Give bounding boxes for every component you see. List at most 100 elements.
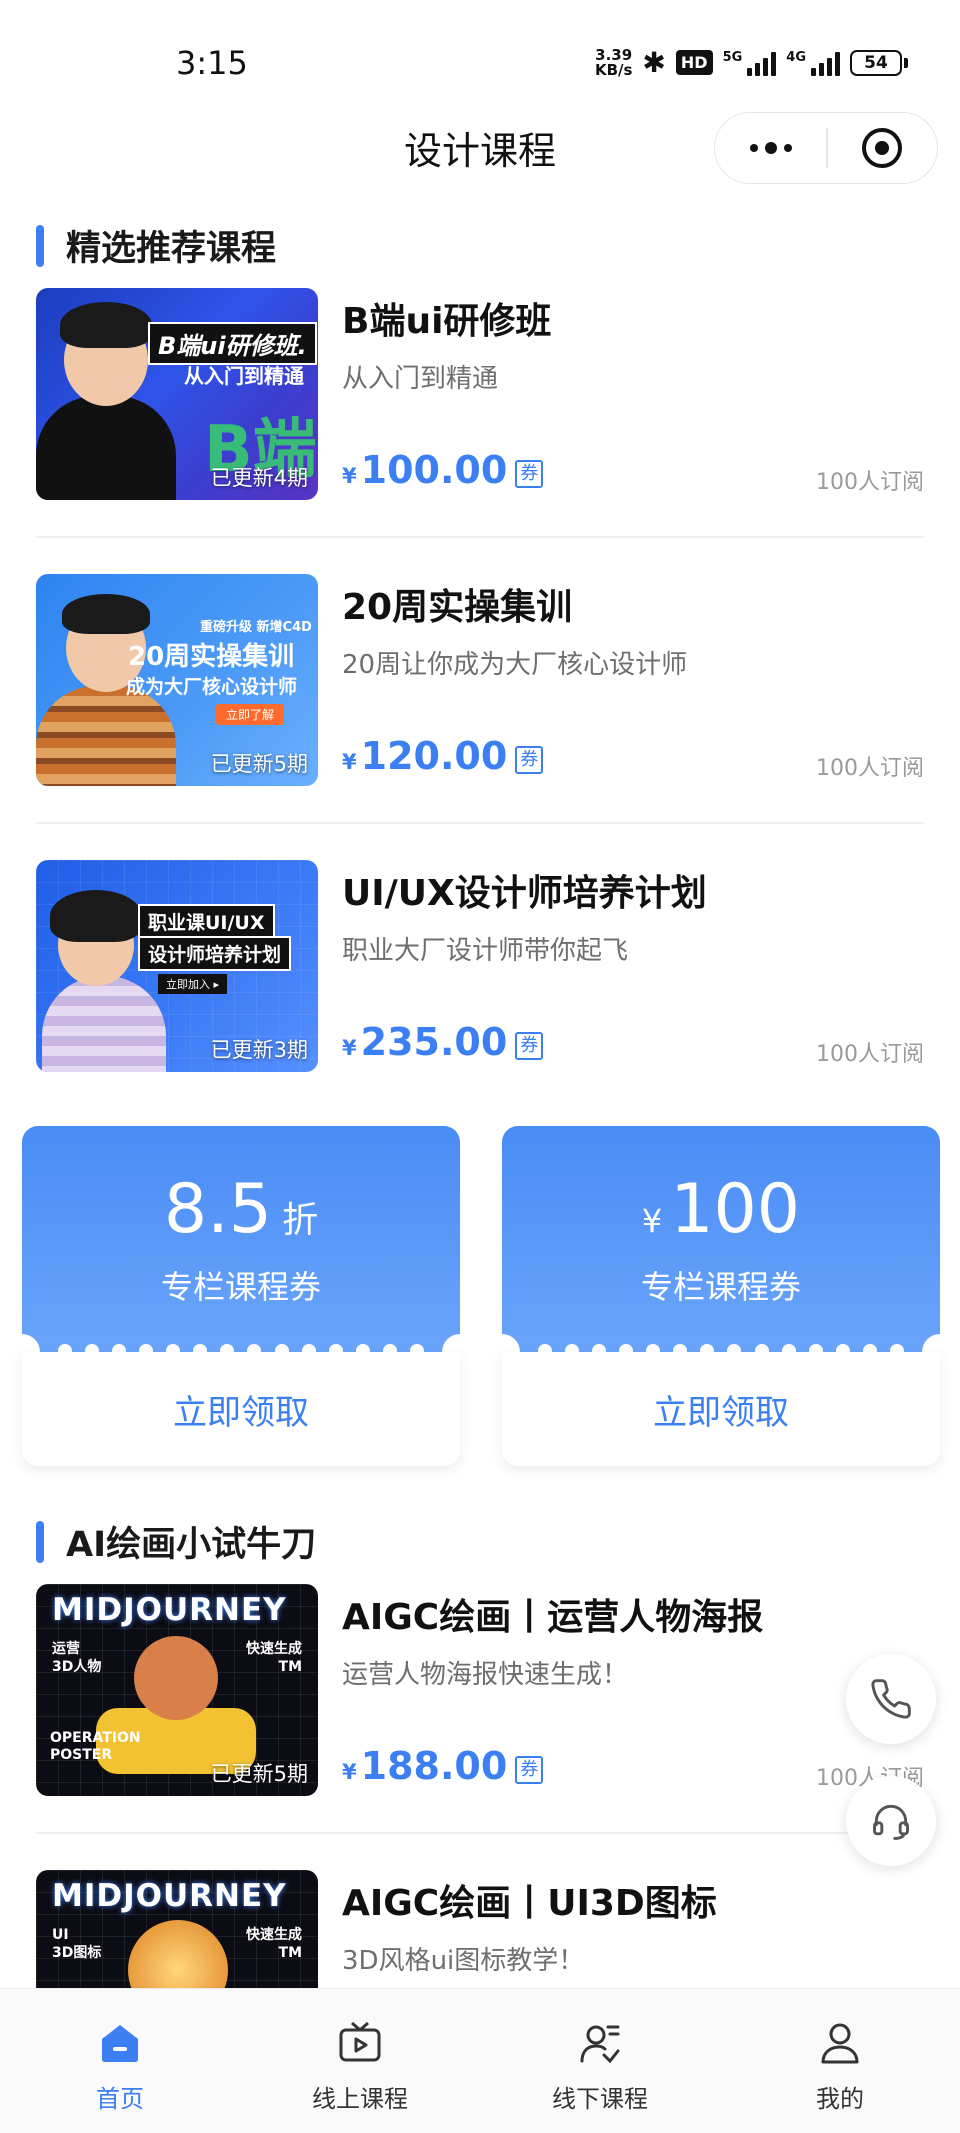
subscriber-count: 100人订阅 (816, 1042, 924, 1067)
course-price: ¥ 235.00 券 (342, 1020, 544, 1064)
course-item[interactable]: MIDJOURNEY UI 3D图标 快速生成 TM AIGC绘画丨UI3D图标… (36, 1870, 924, 1988)
thumb-brand: MIDJOURNEY (52, 1878, 287, 1914)
coupon-top: 8.5 折 专栏课程券 (22, 1126, 460, 1352)
claim-coupon-button[interactable]: 立即领取 (502, 1352, 940, 1466)
phone-icon (871, 1679, 911, 1719)
course-price: ¥ 100.00 券 (342, 448, 544, 492)
section-header-ai: AI绘画小试牛刀 (36, 1516, 316, 1567)
tab-offline-courses[interactable]: 线下课程 (480, 1989, 720, 2133)
bluetooth-icon: ✱ (642, 46, 666, 79)
home-icon (94, 2017, 146, 2069)
battery-icon: 54 (850, 49, 908, 76)
tab-label: 我的 (816, 2085, 864, 2113)
course-info: AIGC绘画丨UI3D图标 3D风格ui图标教学！ (342, 1870, 924, 1988)
list-divider (36, 822, 924, 824)
thumb-right-text: 快速生成 TM (246, 1927, 302, 1961)
thumb-title: B端ui研修班. (148, 322, 317, 365)
coupon-top: ¥100 专栏课程券 (502, 1126, 940, 1352)
course-info: 20周实操集训 20周让你成为大厂核心设计师 ¥ 120.00 券 100人订阅 (342, 574, 924, 786)
more-button[interactable] (715, 113, 826, 183)
course-subtitle: 职业大厂设计师带你起飞 (342, 936, 629, 966)
coupon-tag: 券 (515, 1756, 544, 1784)
character-illustration (134, 1636, 218, 1720)
course-subtitle: 20周让你成为大厂核心设计师 (342, 650, 688, 680)
course-title: B端ui研修班 (342, 301, 552, 342)
tab-home[interactable]: 首页 (0, 1989, 240, 2133)
coupon-unit: 折 (282, 1200, 319, 1241)
tab-profile[interactable]: 我的 (720, 1989, 960, 2133)
user-icon (814, 2017, 866, 2069)
course-title: AIGC绘画丨UI3D图标 (342, 1883, 717, 1924)
tab-label: 线上课程 (312, 2085, 408, 2113)
price-currency: ¥ (342, 750, 357, 774)
course-item[interactable]: B端ui研修班. 从入门到精通 B端 已更新4期 B端ui研修班 从入门到精通 … (36, 288, 924, 500)
thumb-subtitle: 成为大厂核心设计师 (126, 676, 298, 698)
person-illustration (36, 686, 176, 786)
section-accent-bar (36, 1520, 44, 1563)
coupon-tag: 券 (515, 460, 544, 488)
course-subtitle: 3D风格ui图标教学！ (342, 1946, 585, 1976)
thumb-brand: MIDJOURNEY (52, 1592, 287, 1628)
status-bar: 3:15 3.39 KB/s ✱ HD 5G 4G 54 (0, 0, 960, 110)
person-illustration (36, 396, 176, 500)
thumb-left-text: UI 3D图标 (52, 1927, 102, 1961)
signal-4g-label: 4G (786, 49, 806, 65)
coupon-amount: 8.5 (163, 1170, 273, 1249)
update-badge: 已更新3期 (210, 1038, 308, 1062)
course-subtitle: 从入门到精通 (342, 364, 499, 394)
thumb-cta: 立即了解 (216, 704, 285, 725)
tab-online-courses[interactable]: 线上课程 (240, 1989, 480, 2133)
subscriber-count: 100人订阅 (816, 756, 924, 781)
more-dot-icon (764, 142, 777, 154)
course-thumbnail: MIDJOURNEY 运营 3D人物 快速生成 TM OPERATION POS… (36, 1584, 318, 1796)
course-thumbnail: 职业课UI/UX 设计师培养计划 立即加入 ▸ 已更新3期 (36, 860, 318, 1072)
coupon-tag: 券 (515, 746, 544, 774)
course-item[interactable]: 重磅升级 新增C4D 20周实操集训 成为大厂核心设计师 立即了解 已更新5期 … (36, 574, 924, 786)
course-info: UI/UX设计师培养计划 职业大厂设计师带你起飞 ¥ 235.00 券 100人… (342, 860, 924, 1072)
coupon-card-discount: 8.5 折 专栏课程券 立即领取 (4, 1126, 478, 1466)
customer-service-button[interactable] (846, 1776, 936, 1866)
coupon-value: ¥100 (502, 1170, 940, 1249)
update-badge: 已更新4期 (210, 466, 308, 490)
course-thumbnail: 重磅升级 新增C4D 20周实操集训 成为大厂核心设计师 立即了解 已更新5期 (36, 574, 318, 786)
close-button[interactable] (828, 113, 938, 183)
thumb-top-text: 重磅升级 新增C4D (200, 620, 312, 635)
section-title: AI绘画小试牛刀 (66, 1525, 317, 1565)
course-thumbnail: MIDJOURNEY UI 3D图标 快速生成 TM (36, 1870, 318, 1988)
course-thumbnail: B端ui研修班. 从入门到精通 B端 已更新4期 (36, 288, 318, 500)
course-item[interactable]: MIDJOURNEY 运营 3D人物 快速生成 TM OPERATION POS… (36, 1584, 924, 1796)
price-value: 120.00 (360, 734, 508, 778)
course-info: B端ui研修班 从入门到精通 ¥ 100.00 券 100人订阅 (342, 288, 924, 500)
thumb-bottom-text: OPERATION POSTER (50, 1730, 141, 1763)
section-title: 精选推荐课程 (66, 229, 277, 269)
list-divider (36, 1832, 924, 1834)
price-value: 100.00 (360, 448, 508, 492)
net-speed-unit: KB/s (594, 60, 633, 79)
headset-icon (873, 1804, 909, 1840)
price-currency: ¥ (342, 1036, 357, 1060)
thumb-subtitle: 设计师培养计划 (138, 936, 292, 971)
coupon-desc: 专栏课程券 (160, 1268, 321, 1306)
battery-level: 54 (850, 49, 902, 76)
claim-coupon-button[interactable]: 立即领取 (22, 1352, 460, 1466)
tab-label: 线下课程 (552, 2085, 648, 2113)
thumb-right-text: 快速生成 TM (246, 1641, 302, 1675)
course-price: ¥ 188.00 券 (342, 1744, 544, 1788)
thumb-title: 20周实操集训 (128, 642, 295, 672)
tv-play-icon (334, 2017, 386, 2069)
coupon-tag: 券 (515, 1032, 544, 1060)
coupon-currency: ¥ (641, 1202, 663, 1240)
update-badge: 已更新5期 (210, 752, 308, 776)
price-currency: ¥ (342, 1760, 357, 1784)
more-dot-icon (783, 144, 792, 152)
course-title: AIGC绘画丨运营人物海报 (342, 1597, 764, 1638)
thumb-left-text: 运营 3D人物 (52, 1641, 102, 1675)
course-item[interactable]: 职业课UI/UX 设计师培养计划 立即加入 ▸ 已更新3期 UI/UX设计师培养… (36, 860, 924, 1072)
coupon-card-cash: ¥100 专栏课程券 立即领取 (484, 1126, 958, 1466)
thumb-cta: 立即加入 ▸ (158, 974, 228, 994)
thumb-subtitle: 从入门到精通 (184, 364, 304, 388)
signal-4g-icon: 4G (786, 50, 840, 76)
coupon-amount: 100 (670, 1170, 801, 1249)
phone-call-button[interactable] (846, 1654, 936, 1744)
course-price: ¥ 120.00 券 (342, 734, 544, 778)
